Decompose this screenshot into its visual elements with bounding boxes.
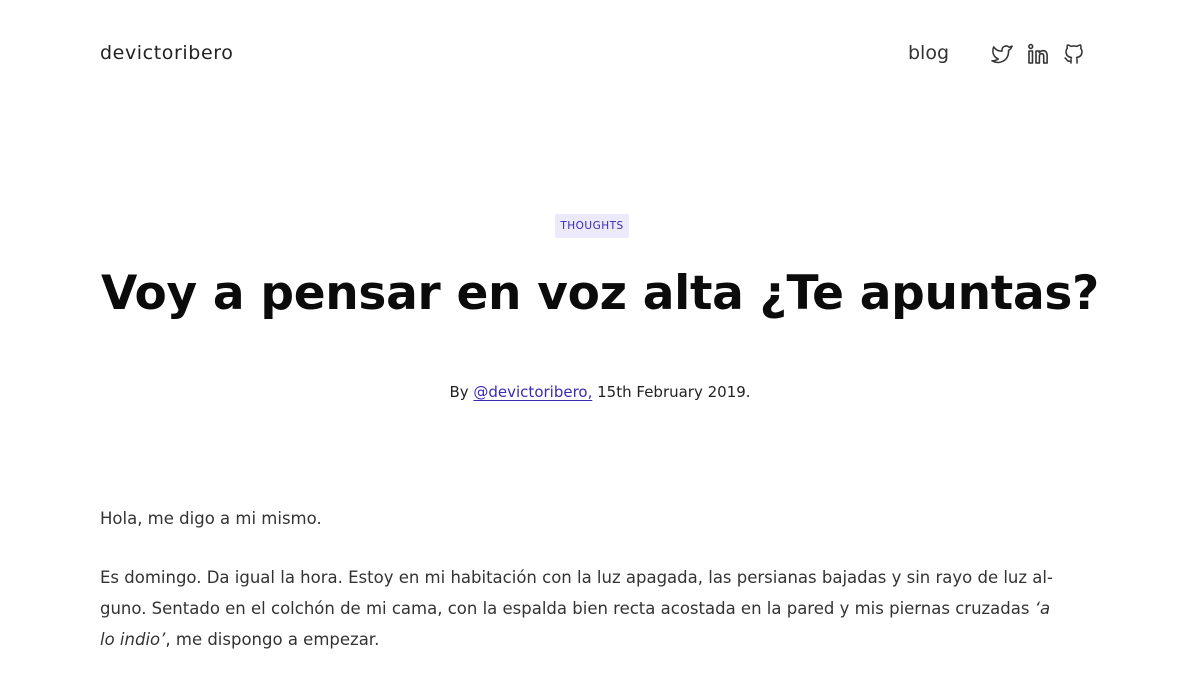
italic-text: lo indio’ — [100, 630, 166, 649]
paragraph-line: lo indio’, me dispongo a empezar. — [100, 624, 1100, 655]
post-title: Voy a pensar en voz alta ¿Te apuntas? — [100, 266, 1100, 321]
github-link[interactable] — [1062, 42, 1086, 66]
post-date: 15th February 2019. — [597, 383, 751, 401]
post-byline: By @devictoribero, 15th February 2019. — [0, 383, 1200, 401]
nav-blog-link[interactable]: blog — [908, 42, 949, 64]
paragraph-text: , me dispongo a empezar. — [165, 630, 380, 649]
github-icon — [1064, 44, 1083, 64]
linkedin-link[interactable] — [1026, 42, 1050, 66]
category-tag[interactable]: THOUGHTS — [555, 214, 629, 238]
twitter-link[interactable] — [990, 42, 1014, 66]
post-content: Hola, me digo a mi mismo. Es domingo. Da… — [100, 503, 1100, 655]
twitter-icon — [991, 45, 1013, 64]
byline-prefix: By — [449, 383, 469, 401]
site-header: devictoribero blog — [0, 0, 1200, 108]
italic-text: ‘a — [1034, 599, 1051, 618]
author-link[interactable]: @devictoribero, — [473, 383, 592, 401]
paragraph: Hola, me digo a mi mismo. — [100, 509, 322, 528]
paragraph: Es domingo. Da igual la hora. Estoy en m… — [100, 562, 1100, 655]
site-logo-link[interactable]: devictoribero — [100, 42, 233, 64]
paragraph-line: Es domingo. Da igual la hora. Estoy en m… — [100, 568, 1053, 587]
paragraph-line: guno. Sentado en el colchón de mi cama, … — [100, 593, 1100, 624]
linkedin-icon — [1028, 43, 1048, 64]
paragraph-text: guno. Sentado en el colchón de mi cama, … — [100, 599, 1030, 618]
